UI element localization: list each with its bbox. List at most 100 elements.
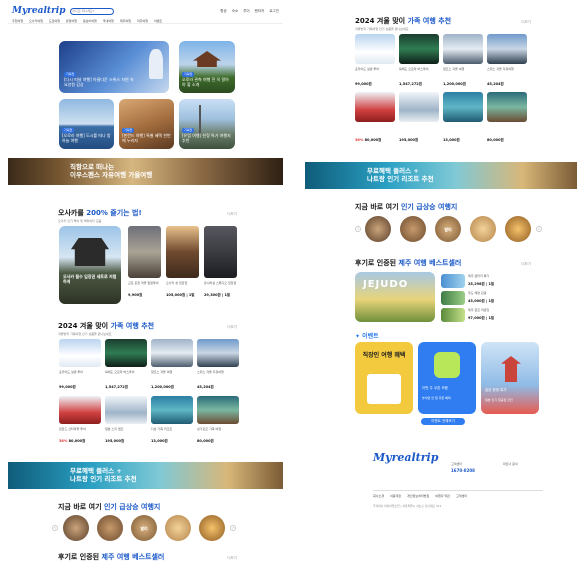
destination-circle[interactable] (63, 515, 89, 541)
product-thumb[interactable] (355, 34, 395, 64)
partner-link[interactable]: 파트너 문의 (503, 462, 518, 466)
hero-card[interactable]: 기획전 [유럽 여행] 한정 특가 여행지 추천 (179, 99, 235, 149)
title-text: 2024 겨울 맞이 (355, 17, 408, 25)
more-link[interactable]: 더보기 (227, 212, 237, 217)
nav-flight[interactable]: 항공 (220, 9, 226, 14)
carousel-next-icon[interactable]: › (536, 226, 542, 232)
product-price: 80,000원 (487, 138, 504, 142)
event-card[interactable]: 직장인 여행 혜택 (355, 342, 413, 414)
event-card[interactable]: 일본 한정 특가 일본 인기 항공권 할인 (481, 342, 539, 414)
destination-circle[interactable] (165, 515, 191, 541)
product-thumb[interactable] (441, 291, 465, 305)
events-all-button[interactable]: 이벤트 전체보기 (421, 418, 465, 425)
product-thumb[interactable] (487, 34, 527, 64)
brand-logo[interactable]: Myrealtrip (12, 6, 66, 16)
product-thumb[interactable] (441, 308, 465, 322)
product-thumb[interactable] (355, 92, 395, 122)
footer-link[interactable]: 고객센터 (456, 494, 467, 498)
product-thumb[interactable] (443, 34, 483, 64)
footer-link[interactable]: 이용약관 (390, 494, 401, 498)
product-name: 알프스 겨울 여행 (151, 370, 173, 374)
category-item[interactable]: 국내여행 (103, 19, 114, 23)
footer-link[interactable]: 개인정보처리방침 (407, 494, 429, 498)
product-price: 1,547,272원 (105, 385, 128, 389)
category-item[interactable]: 미주여행 (137, 19, 148, 23)
carousel-next-icon[interactable]: › (230, 525, 236, 531)
osaka-feature-card[interactable]: 오사카 필수 입장권 세트로 저렴하게 (59, 226, 121, 304)
events-title: ✦ 이벤트 (355, 331, 379, 340)
product-price: 1,547,272원 (399, 82, 422, 86)
product-thumb[interactable] (59, 339, 101, 367)
nav-stay[interactable]: 숙소 (232, 9, 238, 14)
hero-title: [유럽 여행] 한정 특가 여행지 추천 (182, 133, 231, 143)
footer-links: 회사소개 이용약관 개인정보처리방침 여행자 약관 고객센터 (373, 490, 543, 498)
category-item[interactable]: 유럽여행 (66, 19, 77, 23)
nav-tour[interactable]: 투어 (243, 9, 249, 14)
footer-company-info: 주식회사 마이리얼트립 | 서울특별시 서초구 강남대로 311 (373, 504, 442, 508)
product-thumb[interactable] (197, 339, 239, 367)
banner-line1: 무료혜택 플러스 + (70, 467, 122, 475)
title-text: 지금 바로 여기 (58, 503, 104, 511)
event-card-title: 직장인 여행 혜택 (362, 352, 406, 359)
event-card[interactable]: 이번 주 쿠폰 모음 놓치면 안 될 쿠폰 혜택 (418, 342, 476, 414)
destination-circle[interactable] (400, 216, 426, 242)
carousel-prev-icon[interactable]: ‹ (52, 525, 58, 531)
product-thumb[interactable] (487, 92, 527, 122)
section-title-family: 2024 겨울 맞이 가족 여행 추천 (58, 321, 154, 331)
nav-car[interactable]: 렌터카 (255, 9, 265, 14)
title-highlight: 인기 급상승 여행지 (400, 203, 458, 211)
more-link[interactable]: 더보기 (521, 262, 531, 267)
category-item[interactable]: 동남아여행 (83, 19, 97, 23)
nav-login[interactable]: 로그인 (269, 9, 279, 14)
title-highlight: 인기 급상승 여행지 (103, 503, 161, 511)
cs-phone[interactable]: 1670-8208 (451, 468, 475, 473)
product-thumb[interactable] (441, 274, 465, 288)
product-thumb[interactable] (197, 396, 239, 424)
destination-circle[interactable] (199, 515, 225, 541)
product-price: 1,200,000원 (151, 385, 174, 389)
product-thumb[interactable] (399, 92, 439, 122)
product-thumb[interactable] (128, 226, 161, 278)
more-link[interactable]: 더보기 (521, 20, 531, 25)
promo-banner[interactable]: 무료혜택 플러스 + 나트랑 인기 리조트 추천 (305, 162, 577, 189)
product-thumb[interactable] (151, 396, 193, 424)
destination-circle[interactable] (505, 216, 531, 242)
product-thumb[interactable] (151, 339, 193, 367)
search-input[interactable]: 어디로 떠나세요? (69, 7, 114, 15)
category-item[interactable]: 오사카여행 (29, 19, 43, 23)
promo-banner[interactable]: 무료혜택 플러스 + 나트랑 인기 리조트 추천 (8, 462, 283, 489)
hero-card[interactable]: 기획전 오로라 관측 여행 전 꼭 알아야 할 소개 (179, 41, 235, 93)
footer-link[interactable]: 여행자 약관 (435, 494, 450, 498)
product-thumb[interactable] (105, 339, 147, 367)
title-text: 오사카를 (58, 209, 87, 217)
more-link[interactable]: 더보기 (227, 556, 237, 561)
jeju-feature-card[interactable]: JEJUDO (355, 272, 435, 322)
product-thumb[interactable] (399, 34, 439, 64)
destination-circle[interactable] (365, 216, 391, 242)
product-thumb[interactable] (59, 396, 101, 424)
carousel-prev-icon[interactable]: ‹ (355, 226, 361, 232)
destination-circle[interactable] (97, 515, 123, 541)
category-item[interactable]: 도쿄여행 (49, 19, 60, 23)
product-thumb[interactable] (105, 396, 147, 424)
footer-link[interactable]: 회사소개 (373, 494, 384, 498)
event-card-text: 일본 인기 항공권 할인 (485, 398, 513, 402)
promo-banner[interactable]: 직항으로 떠나는 이우스펜스 자유여행 가을여행 (8, 158, 283, 185)
category-item[interactable]: 추천여행 (12, 19, 23, 23)
hero-card[interactable]: 기획전 [오로라 여행] 도시를 떠나 밤하늘 여행 (59, 99, 114, 149)
more-link[interactable]: 더보기 (227, 325, 237, 330)
destination-circle[interactable] (470, 216, 496, 242)
hero-card-main[interactable]: 기획전 [다시 떠날 여행] 아름다운 스위스 자연 속 요양원 감상 (59, 41, 169, 93)
footer-logo[interactable]: Myrealtrip (373, 451, 438, 464)
category-item[interactable]: 이벤트 (154, 19, 162, 23)
event-card-text: 놓치면 안 될 쿠폰 혜택 (422, 396, 451, 400)
product-price: 1,200,000원 (443, 82, 466, 86)
category-item[interactable]: 제주여행 (120, 19, 131, 23)
jeju-logo-text: JEJUDO (363, 279, 409, 290)
product-name: 유니버설 스튜디오 입장권 (204, 281, 237, 285)
product-thumb[interactable] (204, 226, 237, 278)
hero-card[interactable]: 기획전 [핀란드 여행] 특별 혜택 한번에 누리자 (119, 99, 174, 149)
product-price: 45,204원 (487, 82, 504, 86)
product-thumb[interactable] (166, 226, 199, 278)
product-thumb[interactable] (443, 92, 483, 122)
